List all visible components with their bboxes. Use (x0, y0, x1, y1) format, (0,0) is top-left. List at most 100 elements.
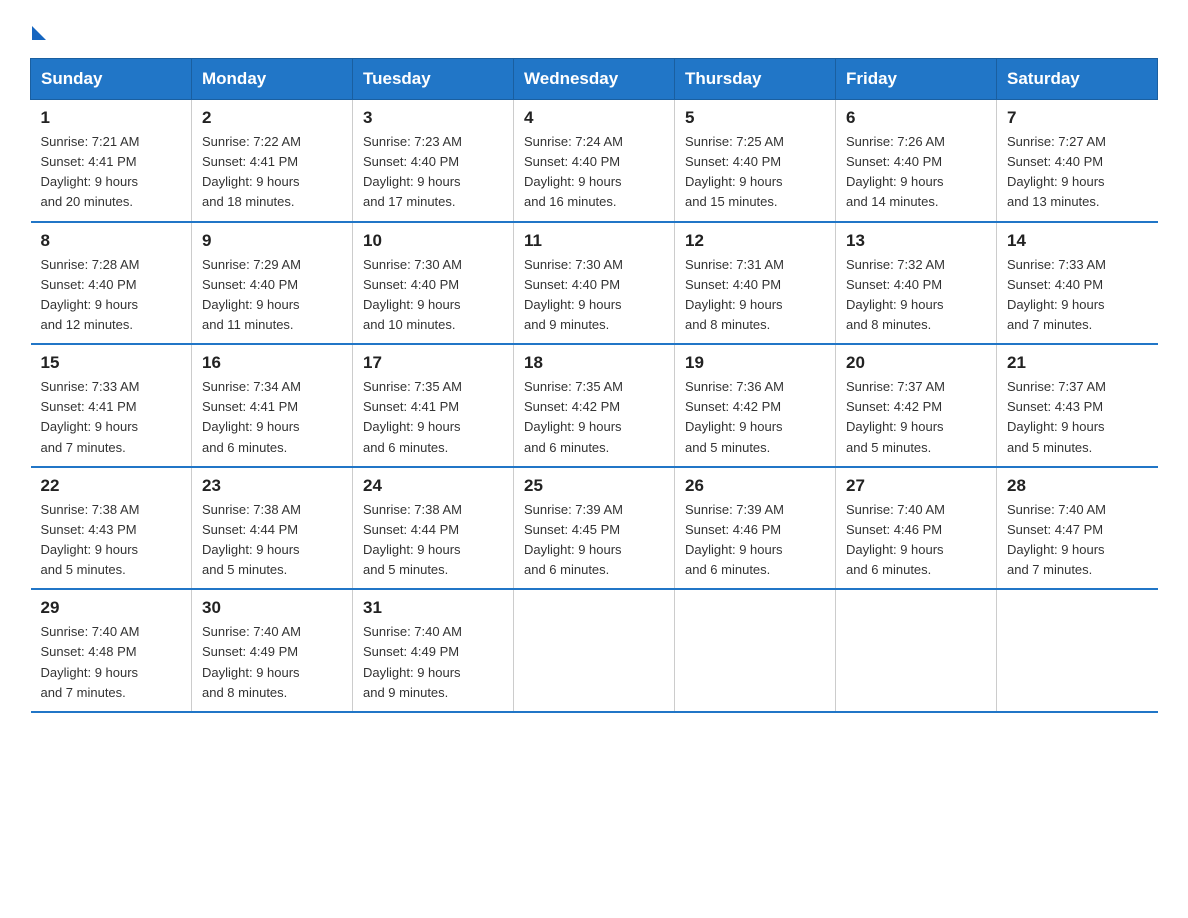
day-info: Sunrise: 7:35 AMSunset: 4:41 PMDaylight:… (363, 379, 462, 454)
day-number: 1 (41, 108, 182, 128)
day-number: 6 (846, 108, 986, 128)
calendar-cell: 27 Sunrise: 7:40 AMSunset: 4:46 PMDaylig… (836, 467, 997, 590)
day-number: 4 (524, 108, 664, 128)
calendar-cell: 28 Sunrise: 7:40 AMSunset: 4:47 PMDaylig… (997, 467, 1158, 590)
calendar-cell: 16 Sunrise: 7:34 AMSunset: 4:41 PMDaylig… (192, 344, 353, 467)
day-info: Sunrise: 7:37 AMSunset: 4:42 PMDaylight:… (846, 379, 945, 454)
calendar-cell: 30 Sunrise: 7:40 AMSunset: 4:49 PMDaylig… (192, 589, 353, 712)
day-number: 27 (846, 476, 986, 496)
day-info: Sunrise: 7:39 AMSunset: 4:46 PMDaylight:… (685, 502, 784, 577)
calendar-table: SundayMondayTuesdayWednesdayThursdayFrid… (30, 58, 1158, 713)
day-info: Sunrise: 7:33 AMSunset: 4:40 PMDaylight:… (1007, 257, 1106, 332)
day-info: Sunrise: 7:37 AMSunset: 4:43 PMDaylight:… (1007, 379, 1106, 454)
day-number: 28 (1007, 476, 1148, 496)
day-info: Sunrise: 7:25 AMSunset: 4:40 PMDaylight:… (685, 134, 784, 209)
day-info: Sunrise: 7:38 AMSunset: 4:44 PMDaylight:… (202, 502, 301, 577)
day-info: Sunrise: 7:28 AMSunset: 4:40 PMDaylight:… (41, 257, 140, 332)
calendar-cell (675, 589, 836, 712)
day-number: 8 (41, 231, 182, 251)
header-monday: Monday (192, 59, 353, 100)
day-info: Sunrise: 7:38 AMSunset: 4:43 PMDaylight:… (41, 502, 140, 577)
calendar-week-row: 22 Sunrise: 7:38 AMSunset: 4:43 PMDaylig… (31, 467, 1158, 590)
header-thursday: Thursday (675, 59, 836, 100)
day-info: Sunrise: 7:21 AMSunset: 4:41 PMDaylight:… (41, 134, 140, 209)
calendar-cell: 29 Sunrise: 7:40 AMSunset: 4:48 PMDaylig… (31, 589, 192, 712)
day-info: Sunrise: 7:40 AMSunset: 4:48 PMDaylight:… (41, 624, 140, 699)
header-sunday: Sunday (31, 59, 192, 100)
calendar-cell: 14 Sunrise: 7:33 AMSunset: 4:40 PMDaylig… (997, 222, 1158, 345)
calendar-cell: 7 Sunrise: 7:27 AMSunset: 4:40 PMDayligh… (997, 100, 1158, 222)
day-number: 10 (363, 231, 503, 251)
day-info: Sunrise: 7:36 AMSunset: 4:42 PMDaylight:… (685, 379, 784, 454)
day-number: 9 (202, 231, 342, 251)
header-wednesday: Wednesday (514, 59, 675, 100)
calendar-cell: 10 Sunrise: 7:30 AMSunset: 4:40 PMDaylig… (353, 222, 514, 345)
calendar-header-row: SundayMondayTuesdayWednesdayThursdayFrid… (31, 59, 1158, 100)
calendar-cell: 25 Sunrise: 7:39 AMSunset: 4:45 PMDaylig… (514, 467, 675, 590)
calendar-cell: 5 Sunrise: 7:25 AMSunset: 4:40 PMDayligh… (675, 100, 836, 222)
day-info: Sunrise: 7:39 AMSunset: 4:45 PMDaylight:… (524, 502, 623, 577)
day-number: 12 (685, 231, 825, 251)
calendar-cell: 26 Sunrise: 7:39 AMSunset: 4:46 PMDaylig… (675, 467, 836, 590)
day-info: Sunrise: 7:40 AMSunset: 4:49 PMDaylight:… (363, 624, 462, 699)
day-number: 18 (524, 353, 664, 373)
calendar-cell: 31 Sunrise: 7:40 AMSunset: 4:49 PMDaylig… (353, 589, 514, 712)
calendar-cell: 13 Sunrise: 7:32 AMSunset: 4:40 PMDaylig… (836, 222, 997, 345)
calendar-cell (997, 589, 1158, 712)
calendar-cell: 2 Sunrise: 7:22 AMSunset: 4:41 PMDayligh… (192, 100, 353, 222)
header-friday: Friday (836, 59, 997, 100)
calendar-cell: 24 Sunrise: 7:38 AMSunset: 4:44 PMDaylig… (353, 467, 514, 590)
day-number: 29 (41, 598, 182, 618)
day-number: 5 (685, 108, 825, 128)
day-info: Sunrise: 7:34 AMSunset: 4:41 PMDaylight:… (202, 379, 301, 454)
day-info: Sunrise: 7:40 AMSunset: 4:47 PMDaylight:… (1007, 502, 1106, 577)
calendar-cell (836, 589, 997, 712)
day-number: 19 (685, 353, 825, 373)
day-info: Sunrise: 7:22 AMSunset: 4:41 PMDaylight:… (202, 134, 301, 209)
calendar-cell: 4 Sunrise: 7:24 AMSunset: 4:40 PMDayligh… (514, 100, 675, 222)
page-header (30, 20, 1158, 40)
day-info: Sunrise: 7:24 AMSunset: 4:40 PMDaylight:… (524, 134, 623, 209)
day-number: 11 (524, 231, 664, 251)
calendar-week-row: 1 Sunrise: 7:21 AMSunset: 4:41 PMDayligh… (31, 100, 1158, 222)
day-info: Sunrise: 7:33 AMSunset: 4:41 PMDaylight:… (41, 379, 140, 454)
calendar-week-row: 15 Sunrise: 7:33 AMSunset: 4:41 PMDaylig… (31, 344, 1158, 467)
logo-arrow-icon (32, 26, 46, 40)
calendar-cell (514, 589, 675, 712)
day-info: Sunrise: 7:38 AMSunset: 4:44 PMDaylight:… (363, 502, 462, 577)
day-info: Sunrise: 7:30 AMSunset: 4:40 PMDaylight:… (524, 257, 623, 332)
calendar-cell: 17 Sunrise: 7:35 AMSunset: 4:41 PMDaylig… (353, 344, 514, 467)
calendar-cell: 21 Sunrise: 7:37 AMSunset: 4:43 PMDaylig… (997, 344, 1158, 467)
day-number: 16 (202, 353, 342, 373)
day-number: 17 (363, 353, 503, 373)
day-info: Sunrise: 7:30 AMSunset: 4:40 PMDaylight:… (363, 257, 462, 332)
day-number: 31 (363, 598, 503, 618)
day-number: 20 (846, 353, 986, 373)
calendar-week-row: 8 Sunrise: 7:28 AMSunset: 4:40 PMDayligh… (31, 222, 1158, 345)
day-number: 30 (202, 598, 342, 618)
day-number: 21 (1007, 353, 1148, 373)
calendar-cell: 1 Sunrise: 7:21 AMSunset: 4:41 PMDayligh… (31, 100, 192, 222)
day-number: 15 (41, 353, 182, 373)
day-info: Sunrise: 7:35 AMSunset: 4:42 PMDaylight:… (524, 379, 623, 454)
calendar-cell: 12 Sunrise: 7:31 AMSunset: 4:40 PMDaylig… (675, 222, 836, 345)
day-number: 2 (202, 108, 342, 128)
day-info: Sunrise: 7:26 AMSunset: 4:40 PMDaylight:… (846, 134, 945, 209)
day-number: 25 (524, 476, 664, 496)
calendar-week-row: 29 Sunrise: 7:40 AMSunset: 4:48 PMDaylig… (31, 589, 1158, 712)
header-tuesday: Tuesday (353, 59, 514, 100)
day-number: 26 (685, 476, 825, 496)
day-number: 7 (1007, 108, 1148, 128)
day-info: Sunrise: 7:40 AMSunset: 4:49 PMDaylight:… (202, 624, 301, 699)
logo (30, 20, 46, 40)
day-number: 13 (846, 231, 986, 251)
day-info: Sunrise: 7:27 AMSunset: 4:40 PMDaylight:… (1007, 134, 1106, 209)
day-info: Sunrise: 7:23 AMSunset: 4:40 PMDaylight:… (363, 134, 462, 209)
day-number: 3 (363, 108, 503, 128)
calendar-cell: 20 Sunrise: 7:37 AMSunset: 4:42 PMDaylig… (836, 344, 997, 467)
calendar-cell: 18 Sunrise: 7:35 AMSunset: 4:42 PMDaylig… (514, 344, 675, 467)
calendar-cell: 9 Sunrise: 7:29 AMSunset: 4:40 PMDayligh… (192, 222, 353, 345)
day-number: 24 (363, 476, 503, 496)
day-info: Sunrise: 7:32 AMSunset: 4:40 PMDaylight:… (846, 257, 945, 332)
day-info: Sunrise: 7:31 AMSunset: 4:40 PMDaylight:… (685, 257, 784, 332)
